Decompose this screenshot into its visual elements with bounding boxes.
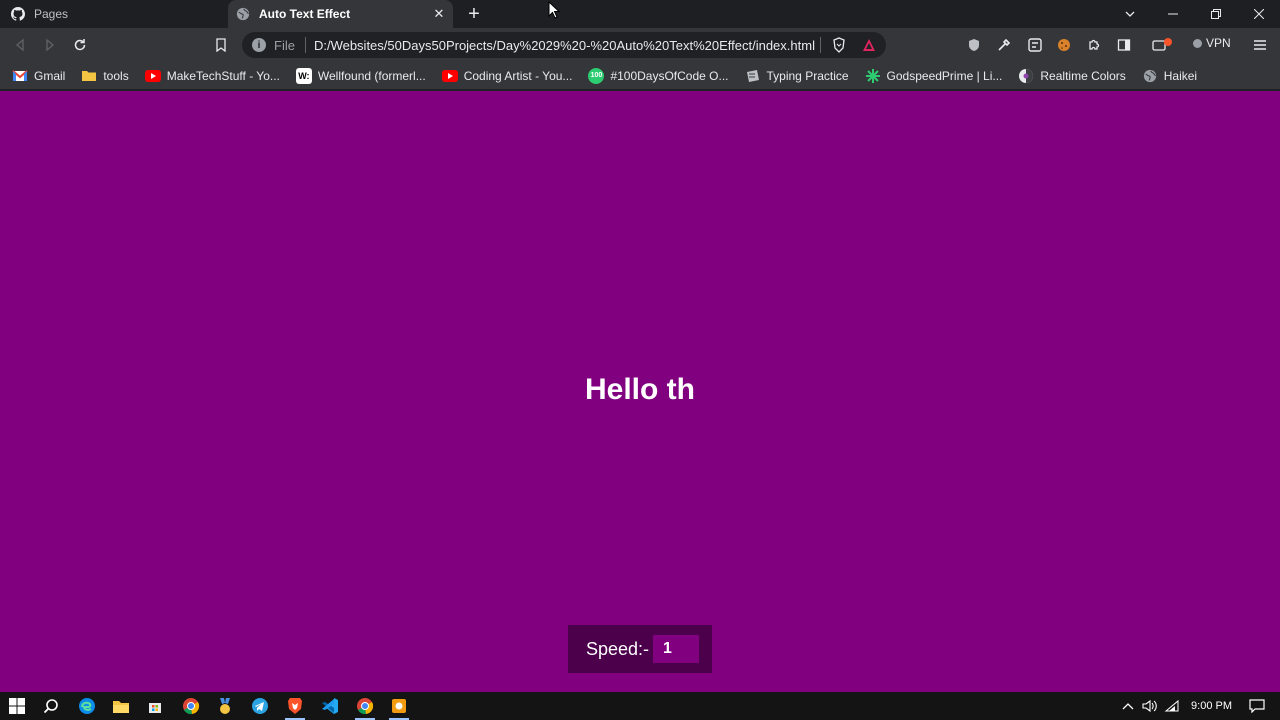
mouse-cursor-icon (548, 1, 560, 19)
keyboard-icon (745, 68, 761, 84)
speed-input[interactable] (653, 635, 700, 663)
file-explorer-icon[interactable] (109, 694, 133, 718)
edge-icon[interactable] (75, 694, 99, 718)
extensions-puzzle-icon[interactable] (1082, 33, 1106, 57)
notification-center-icon[interactable] (1246, 692, 1268, 720)
reload-button[interactable] (68, 33, 92, 57)
menu-hamburger-icon[interactable] (1248, 33, 1272, 57)
close-window-button[interactable] (1237, 0, 1280, 28)
clock-time[interactable]: 9:00 PM (1191, 700, 1232, 712)
bookmark-realtime-colors[interactable]: Realtime Colors (1018, 68, 1126, 84)
github-icon (11, 7, 25, 21)
url-text[interactable]: D:/Websites/50Days50Projects/Day%2029%20… (314, 38, 815, 53)
bookmark-godspeedprime[interactable]: GodspeedPrime | Li... (865, 68, 1002, 84)
new-tab-button[interactable]: + (463, 3, 485, 25)
tab-strip: Pages Auto Text Effect ✕ + (0, 0, 1280, 28)
brave-browser-icon[interactable] (283, 694, 307, 720)
bookmark-coding-artist[interactable]: Coding Artist - You... (441, 68, 572, 84)
cookie-icon[interactable] (1052, 33, 1076, 57)
tab-close-icon[interactable]: ✕ (431, 6, 447, 22)
bookmark-wellfound[interactable]: W: Wellfound (formerl... (295, 67, 426, 84)
scheme-label: File (274, 37, 295, 53)
star-icon (865, 68, 881, 84)
minimize-button[interactable] (1151, 0, 1194, 28)
eyedropper-icon[interactable] (992, 33, 1016, 57)
globe-icon (236, 7, 250, 21)
sidebar-icon[interactable] (1112, 33, 1136, 57)
window-controls (1108, 0, 1280, 28)
bookmark-icon[interactable] (209, 33, 233, 57)
windows-start-icon[interactable] (5, 694, 29, 718)
speed-label: Speed:- (586, 638, 650, 659)
tab-title: Auto Text Effect (259, 7, 351, 21)
tab-auto-text-effect[interactable]: Auto Text Effect ✕ (228, 0, 453, 28)
tab-pages[interactable]: Pages (0, 0, 228, 28)
forward-button[interactable] (38, 33, 62, 57)
chrome-icon[interactable] (353, 694, 377, 720)
volume-icon[interactable] (1139, 692, 1161, 720)
wallet-notification-icon[interactable] (1150, 33, 1174, 57)
100days-icon: 100 (588, 67, 605, 84)
palette-icon (1018, 68, 1034, 84)
tray-chevron-up-icon[interactable] (1117, 692, 1139, 720)
browser-toolbar: i File D:/Websites/50Days50Projects/Day%… (0, 28, 1280, 62)
bookmark-tools[interactable]: tools (81, 68, 129, 84)
bookmarks-bar: Gmail tools MakeTechStuff - Yo... W: Wel… (0, 62, 1280, 90)
info-icon[interactable]: i (252, 38, 266, 52)
bookmark-typing-practice[interactable]: Typing Practice (745, 68, 849, 84)
brave-shields-icon[interactable] (831, 37, 847, 53)
tab-title: Pages (34, 7, 69, 21)
bookmark-gmail[interactable]: Gmail (12, 68, 65, 84)
bookmark-maketechstuff[interactable]: MakeTechStuff - Yo... (144, 68, 280, 84)
back-button[interactable] (8, 33, 32, 57)
search-icon[interactable] (39, 694, 63, 718)
privacy-badger-icon[interactable] (962, 33, 986, 57)
speed-control: Speed:- (568, 625, 712, 673)
vpn-status-icon (1193, 38, 1202, 48)
wifi-icon[interactable] (1161, 692, 1183, 720)
folder-icon (81, 68, 97, 84)
bookmark-100daysofcode[interactable]: 100 #100DaysOfCode O... (588, 67, 729, 84)
gmail-icon (12, 68, 28, 84)
extension-tools-icon[interactable] (1023, 33, 1047, 57)
wellfound-icon: W: (295, 67, 312, 84)
restore-button[interactable] (1194, 0, 1237, 28)
windows-taskbar: 9:00 PM (0, 692, 1280, 720)
system-tray: 9:00 PM (1117, 692, 1280, 720)
youtube-icon (144, 68, 161, 84)
auto-text-heading: Hello th (585, 373, 695, 406)
page-content: Hello th Speed:- (0, 91, 1280, 692)
chrome-icon[interactable] (179, 694, 203, 718)
telegram-icon[interactable] (248, 694, 272, 718)
medal-app-icon[interactable] (213, 694, 237, 718)
tab-search-chevron-icon[interactable] (1108, 0, 1151, 28)
screen-recorder-icon[interactable] (387, 694, 411, 720)
globe-icon (1142, 68, 1158, 84)
brave-rewards-icon[interactable] (861, 37, 877, 53)
vscode-icon[interactable] (318, 694, 342, 718)
microsoft-store-icon[interactable] (143, 694, 167, 718)
vpn-button[interactable]: VPN (1193, 36, 1231, 50)
bookmark-haikei[interactable]: Haikei (1142, 68, 1197, 84)
address-bar[interactable]: i File D:/Websites/50Days50Projects/Day%… (242, 32, 886, 58)
youtube-icon (441, 68, 458, 84)
